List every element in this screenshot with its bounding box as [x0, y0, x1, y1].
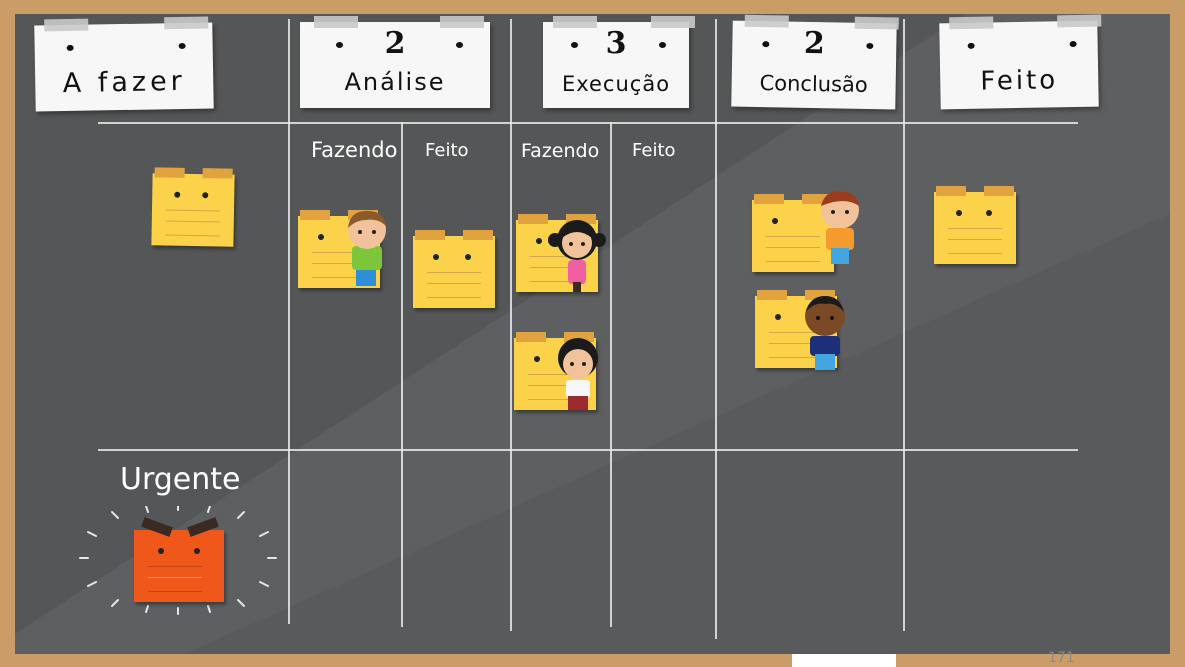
- wip-limit: 2: [803, 25, 826, 62]
- footer-bar: [792, 654, 896, 667]
- sticky-note[interactable]: [151, 167, 235, 247]
- column-title: Execução: [561, 72, 671, 96]
- swimlane-urgent-label: Urgente: [120, 462, 241, 497]
- column-title: Análise: [344, 68, 446, 96]
- subcolumn-analysis-doing: Fazendo: [311, 138, 398, 162]
- page-number: 171: [1048, 650, 1075, 666]
- avatar-girl-pink: [548, 220, 606, 292]
- subcolumn-execution-doing: Fazendo: [521, 140, 600, 162]
- avatar-boy-green: [348, 210, 386, 286]
- column-header-analysis: 2 Análise: [300, 16, 490, 108]
- avatar-boy-orange: [821, 190, 859, 264]
- subcolumn-execution-done: Feito: [632, 140, 676, 161]
- column-header-execution: 3 Execução: [543, 16, 695, 108]
- sticky-note[interactable]: [934, 186, 1016, 264]
- grid-line-col2b: [610, 122, 612, 627]
- avatar-man-blue: [805, 296, 845, 370]
- grid-line-col2: [510, 19, 512, 631]
- grid-line-col1: [288, 19, 290, 624]
- column-title: Feito: [980, 65, 1059, 97]
- grid-line-col1b: [401, 122, 403, 627]
- grid-line-top: [98, 122, 1078, 124]
- subcolumn-analysis-done: Feito: [425, 140, 469, 161]
- column-header-conclusion: 2 Conclusão: [731, 14, 899, 110]
- avatar-kid-white: [558, 338, 598, 410]
- urgent-sticky-note[interactable]: [134, 517, 224, 602]
- wip-limit: 3: [605, 26, 627, 61]
- column-title: A fazer: [62, 65, 187, 100]
- column-header-todo: A fazer: [34, 16, 214, 112]
- sticky-note[interactable]: [413, 230, 495, 308]
- wip-limit: 2: [384, 26, 406, 61]
- column-header-done: Feito: [939, 14, 1102, 110]
- grid-line-swimlane: [98, 449, 1078, 451]
- column-title: Conclusão: [759, 71, 868, 97]
- grid-line-col3: [715, 19, 717, 639]
- grid-line-col4: [903, 19, 905, 631]
